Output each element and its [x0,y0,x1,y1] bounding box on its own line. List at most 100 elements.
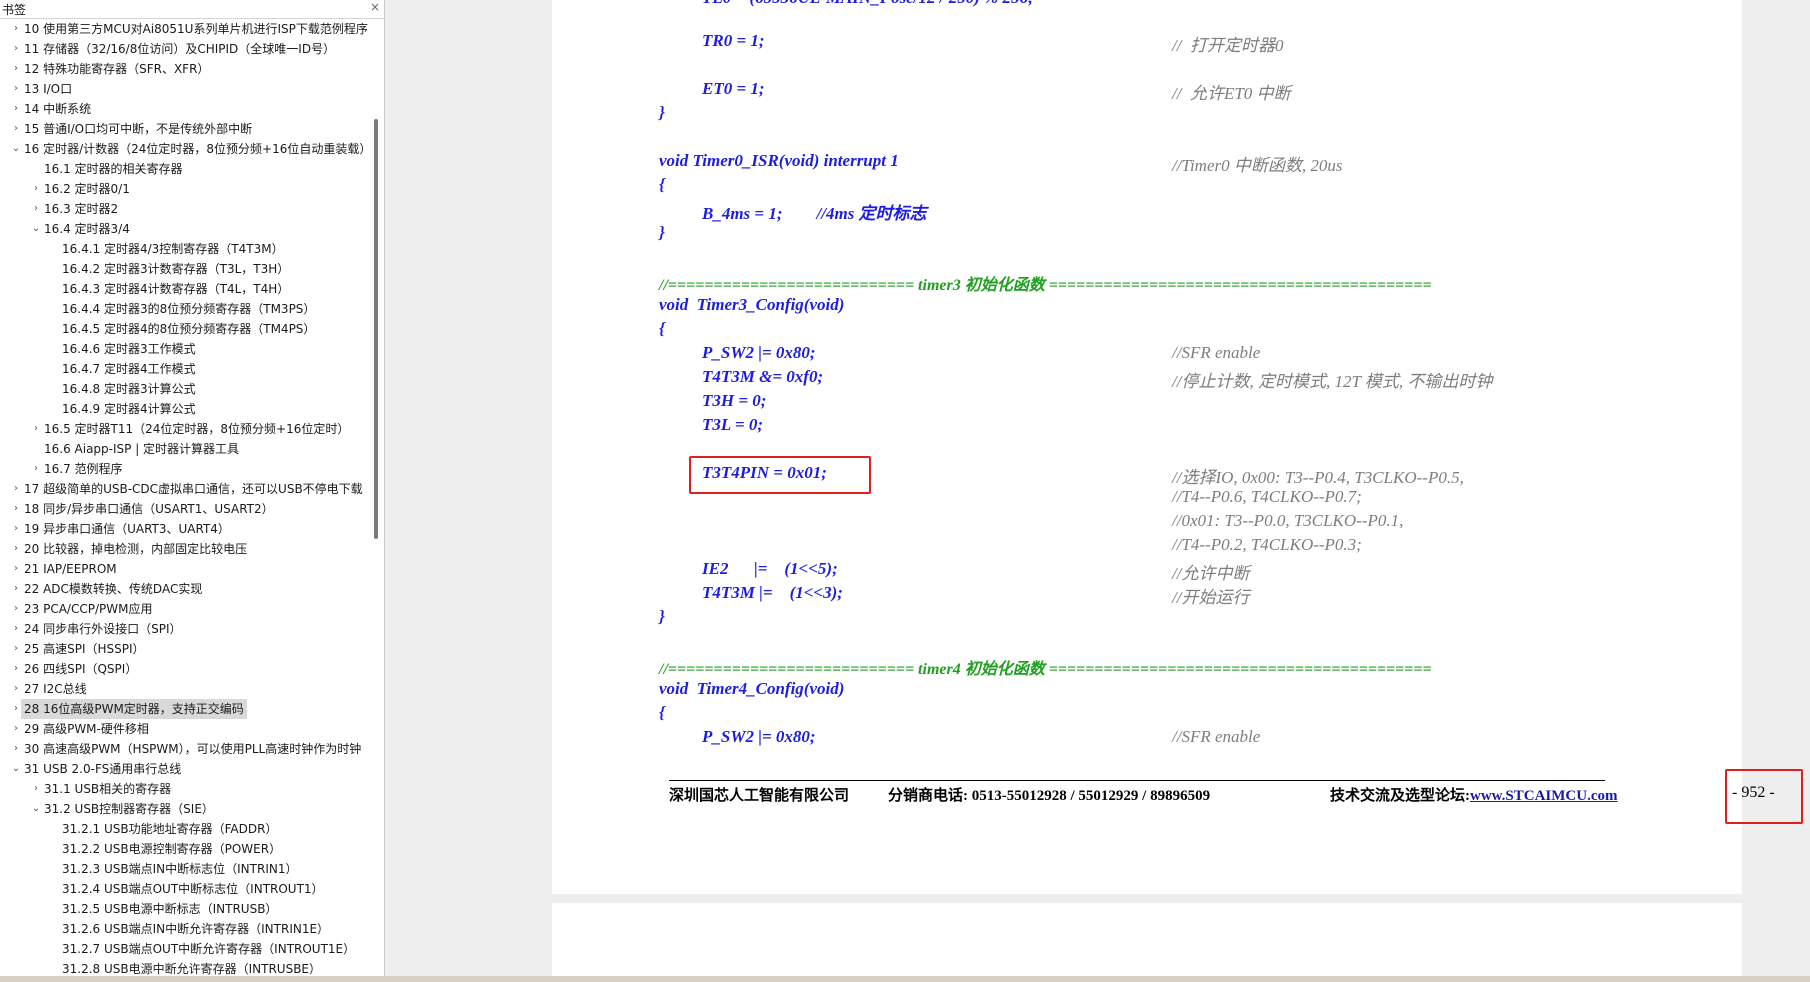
bookmark-label: 16.4.9 定时器4计算公式 [62,402,196,416]
chevron-right-icon[interactable]: › [10,19,22,39]
code-line-t4t3m-run: T4T3M |= (1<<3); [702,583,843,602]
bookmark-item[interactable]: 16.6 Aiapp-ISP | 定时器计算器工具 [0,439,372,459]
bookmark-item[interactable]: › 15 普通I/O口均可中断，不是传统外部中断 [0,119,372,139]
bookmark-item[interactable]: ⌄ 31.2 USB控制器寄存器（SIE） [0,799,372,819]
bookmark-item[interactable]: 16.4.5 定时器4的8位预分频寄存器（TM4PS） [0,319,372,339]
bookmark-item[interactable]: › 24 同步串行外设接口（SPI） [0,619,372,639]
code-comment-pin-4: //T4--P0.2, T4CLKO--P0.3; [1172,535,1362,554]
bookmark-item[interactable]: › 16.7 范例程序 [0,459,372,479]
bookmark-item[interactable]: ⌄ 16 定时器/计数器（24位定时器，8位预分频+16位自动重装载） [0,139,372,159]
code-comment-isr: //Timer0 中断函数, 20us [1172,156,1343,175]
code-comment-ie2: //允许中断 [1172,564,1250,583]
code-brace: { [659,175,665,194]
bookmark-item[interactable]: 31.2.1 USB功能地址寄存器（FADDR） [0,819,372,839]
bookmark-item[interactable]: 16.4.9 定时器4计算公式 [0,399,372,419]
bookmark-label: 21 IAP/EEPROM [24,562,117,576]
chevron-right-icon[interactable]: › [30,779,42,799]
bookmark-item[interactable]: › 23 PCA/CCP/PWM应用 [0,599,372,619]
chevron-right-icon[interactable]: › [10,559,22,579]
chevron-right-icon[interactable]: › [30,419,42,439]
code-line-t3h: T3H = 0; [702,391,767,410]
bookmark-item[interactable]: 16.1 定时器的相关寄存器 [0,159,372,179]
code-comment-pin-3: //0x01: T3--P0.0, T3CLKO--P0.1, [1172,511,1404,530]
chevron-right-icon[interactable]: › [10,519,22,539]
bookmark-item[interactable]: › 16.2 定时器0/1 [0,179,372,199]
chevron-right-icon[interactable]: › [10,479,22,499]
bookmark-item[interactable]: › 10 使用第三方MCU对Ai8051U系列单片机进行ISP下载范例程序 [0,19,372,39]
chevron-right-icon[interactable]: › [10,659,22,679]
code-comment-psw2: //SFR enable [1172,343,1261,362]
bookmark-item[interactable]: › 16.5 定时器T11（24位定时器，8位预分频+16位定时） [0,419,372,439]
bookmark-label: 31 USB 2.0-FS通用串行总线 [24,762,182,776]
bookmark-item[interactable]: › 25 高速SPI（HSSPI） [0,639,372,659]
bookmark-item[interactable]: › 30 高速高级PWM（HSPWM），可以使用PLL高速时钟作为时钟 [0,739,372,759]
bookmark-item[interactable]: ⌄ 31 USB 2.0-FS通用串行总线 [0,759,372,779]
bookmark-item[interactable]: › 11 存储器（32/16/8位访问）及CHIPID（全球唯一ID号） [0,39,372,59]
chevron-right-icon[interactable]: › [30,179,42,199]
chevron-right-icon[interactable]: › [10,639,22,659]
bookmark-item[interactable]: 16.4.6 定时器3工作模式 [0,339,372,359]
bookmark-label: 16.4.5 定时器4的8位预分频寄存器（TM4PS） [62,322,316,336]
bookmark-item[interactable]: › 29 高级PWM-硬件移相 [0,719,372,739]
chevron-right-icon[interactable]: › [10,579,22,599]
bookmark-item[interactable]: 31.2.2 USB电源控制寄存器（POWER） [0,839,372,859]
bookmark-label: 16.4.2 定时器3计数寄存器（T3L，T3H） [62,262,290,276]
chevron-right-icon[interactable]: › [10,99,22,119]
code-line-timer3-config: void Timer3_Config(void) [659,295,845,314]
chevron-right-icon[interactable]: › [10,499,22,519]
bookmark-item[interactable]: › 31.1 USB相关的寄存器 [0,779,372,799]
chevron-right-icon[interactable]: › [10,59,22,79]
bookmark-item[interactable]: › 26 四线SPI（QSPI） [0,659,372,679]
bookmark-item[interactable]: 16.4.4 定时器3的8位预分频寄存器（TM3PS） [0,299,372,319]
bookmark-item[interactable]: 31.2.3 USB端点IN中断标志位（INTRIN1） [0,859,372,879]
chevron-down-icon[interactable]: ⌄ [10,759,22,779]
bookmark-item[interactable]: › 14 中断系统 [0,99,372,119]
chevron-down-icon[interactable]: ⌄ [10,139,22,159]
bookmark-item[interactable]: 31.2.5 USB电源中断标志（INTRUSB） [0,899,372,919]
bookmark-item[interactable]: › 21 IAP/EEPROM [0,559,372,579]
chevron-right-icon[interactable]: › [10,599,22,619]
chevron-right-icon[interactable]: › [10,679,22,699]
bookmark-item[interactable]: 16.4.7 定时器4工作模式 [0,359,372,379]
bookmark-item[interactable]: › 28 16位高级PWM定时器，支持正交编码 [0,699,372,719]
chevron-right-icon[interactable]: › [30,199,42,219]
close-icon[interactable]: × [370,0,380,14]
chevron-right-icon[interactable]: › [30,459,42,479]
chevron-down-icon[interactable]: ⌄ [30,799,42,819]
bookmark-label: 16.1 定时器的相关寄存器 [44,162,183,176]
chevron-right-icon[interactable]: › [10,79,22,99]
chevron-right-icon[interactable]: › [10,739,22,759]
bookmark-item[interactable]: › 19 异步串口通信（UART3、UART4） [0,519,372,539]
bookmark-item[interactable]: › 12 特殊功能寄存器（SFR、XFR） [0,59,372,79]
chevron-right-icon[interactable]: › [10,539,22,559]
code-line-isr: void Timer0_ISR(void) interrupt 1 [659,151,899,170]
chevron-right-icon[interactable]: › [10,719,22,739]
sidebar-scrollbar[interactable] [374,119,378,539]
chevron-right-icon[interactable]: › [10,119,22,139]
bookmark-item[interactable]: 16.4.1 定时器4/3控制寄存器（T4T3M） [0,239,372,259]
bookmark-item[interactable]: › 13 I/O口 [0,79,372,99]
bookmark-label: 17 超级简单的USB-CDC虚拟串口通信，还可以USB不停电下载 [24,482,363,496]
footer-rule [669,780,1605,781]
code-line-tr0: TR0 = 1; [702,31,765,50]
bookmark-item[interactable]: › 16.3 定时器2 [0,199,372,219]
bookmark-item[interactable]: › 20 比较器，掉电检测，内部固定比较电压 [0,539,372,559]
document-view: TL0 = (65536UL-MAIN_Fosc/12 / 250) % 256… [386,0,1810,982]
bookmark-item[interactable]: › 18 同步/异步串口通信（USART1、USART2） [0,499,372,519]
bookmark-item[interactable]: 16.4.3 定时器4计数寄存器（T4L，T4H） [0,279,372,299]
chevron-down-icon[interactable]: ⌄ [30,219,42,239]
bookmark-item[interactable]: › 22 ADC模数转换、传统DAC实现 [0,579,372,599]
bookmark-item[interactable]: › 27 I2C总线 [0,679,372,699]
bookmark-item[interactable]: 31.2.7 USB端点OUT中断允许寄存器（INTROUT1E） [0,939,372,959]
bookmark-item[interactable]: › 17 超级简单的USB-CDC虚拟串口通信，还可以USB不停电下载 [0,479,372,499]
highlight-box-page-number [1725,769,1803,824]
chevron-right-icon[interactable]: › [10,619,22,639]
bookmark-item[interactable]: 31.2.4 USB端点OUT中断标志位（INTROUT1） [0,879,372,899]
chevron-right-icon[interactable]: › [10,39,22,59]
bookmark-item[interactable]: 16.4.2 定时器3计数寄存器（T3L，T3H） [0,259,372,279]
bookmark-item[interactable]: 16.4.8 定时器3计算公式 [0,379,372,399]
footer-forum-link[interactable]: www.STCAIMCU.com [1470,788,1618,804]
bookmark-item[interactable]: ⌄ 16.4 定时器3/4 [0,219,372,239]
code-line-ie2: IE2 |= (1<<5); [702,559,838,578]
bookmark-item[interactable]: 31.2.6 USB端点IN中断允许寄存器（INTRIN1E） [0,919,372,939]
